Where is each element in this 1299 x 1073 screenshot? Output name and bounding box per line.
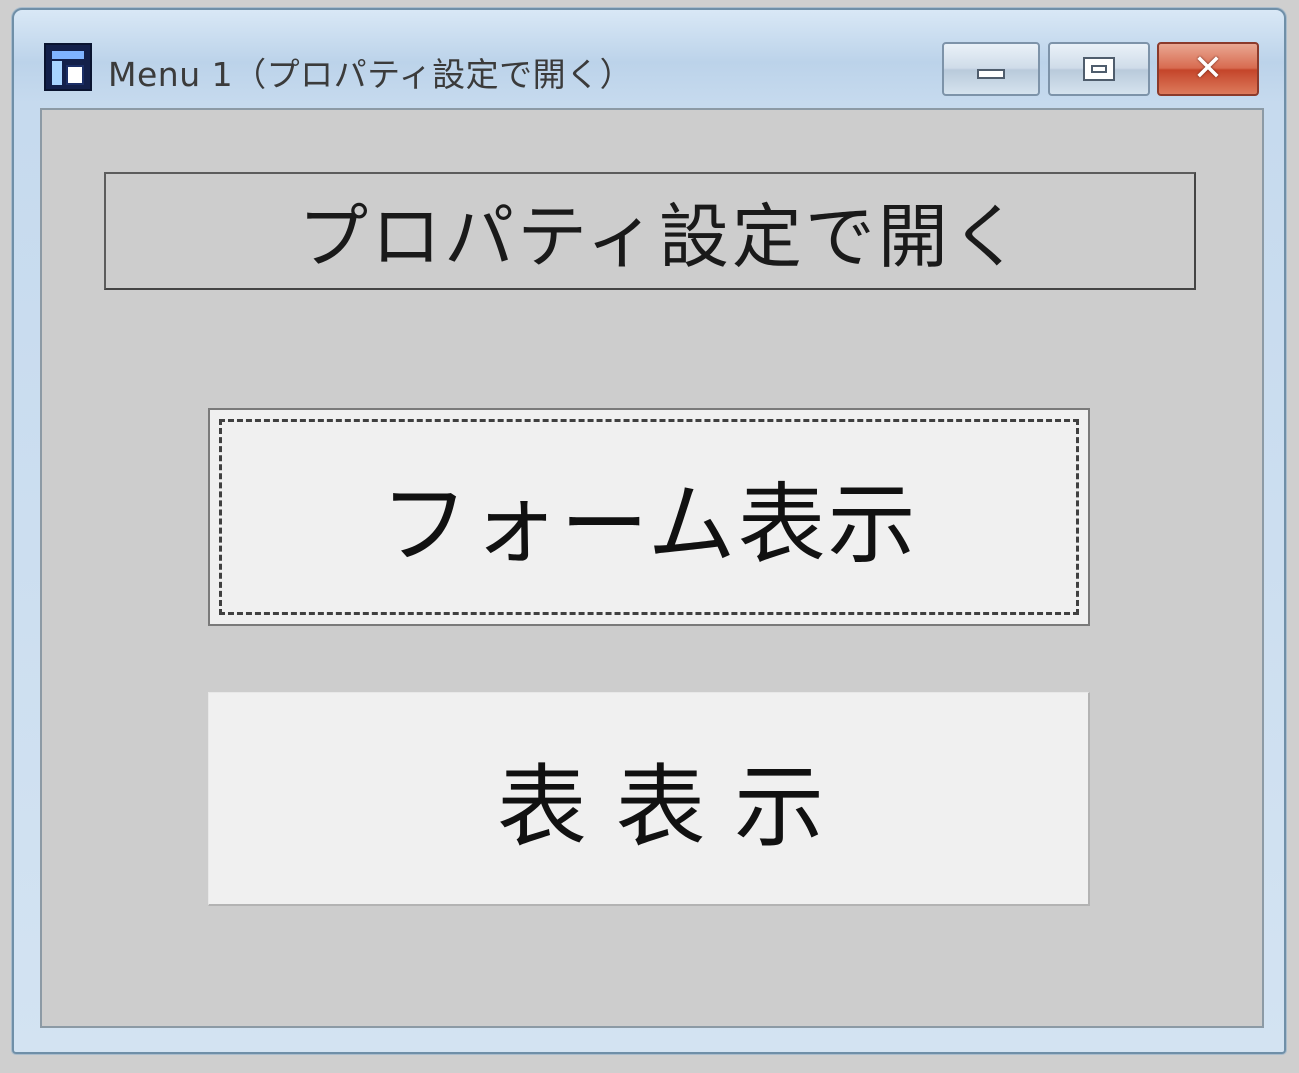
table-display-button-label: 表 表 示 (496, 754, 825, 860)
minimize-icon (977, 69, 1005, 79)
close-icon: ✕ (1192, 48, 1224, 89)
client-area: プロパティ設定で開く フォーム表示 表 表 示 (40, 108, 1264, 1028)
heading-label: プロパティ設定で開く (298, 195, 1024, 278)
heading-label-box: プロパティ設定で開く (104, 172, 1196, 290)
close-button[interactable]: ✕ (1157, 42, 1259, 96)
minimize-button[interactable] (942, 42, 1040, 96)
maximize-icon (1083, 57, 1115, 81)
maximize-button[interactable] (1048, 42, 1150, 96)
window-title: Menu 1（プロパティ設定で開く） (108, 55, 634, 94)
table-display-button[interactable]: 表 表 示 (208, 692, 1090, 906)
app-icon[interactable] (44, 43, 92, 91)
form-display-button[interactable]: フォーム表示 (208, 408, 1090, 626)
title-bar[interactable]: Menu 1（プロパティ設定で開く） ✕ (14, 10, 1284, 108)
application-window: Menu 1（プロパティ設定で開く） ✕ プロパティ設定で開く フォーム表示 表… (12, 8, 1286, 1054)
form-display-button-label: フォーム表示 (380, 472, 918, 576)
